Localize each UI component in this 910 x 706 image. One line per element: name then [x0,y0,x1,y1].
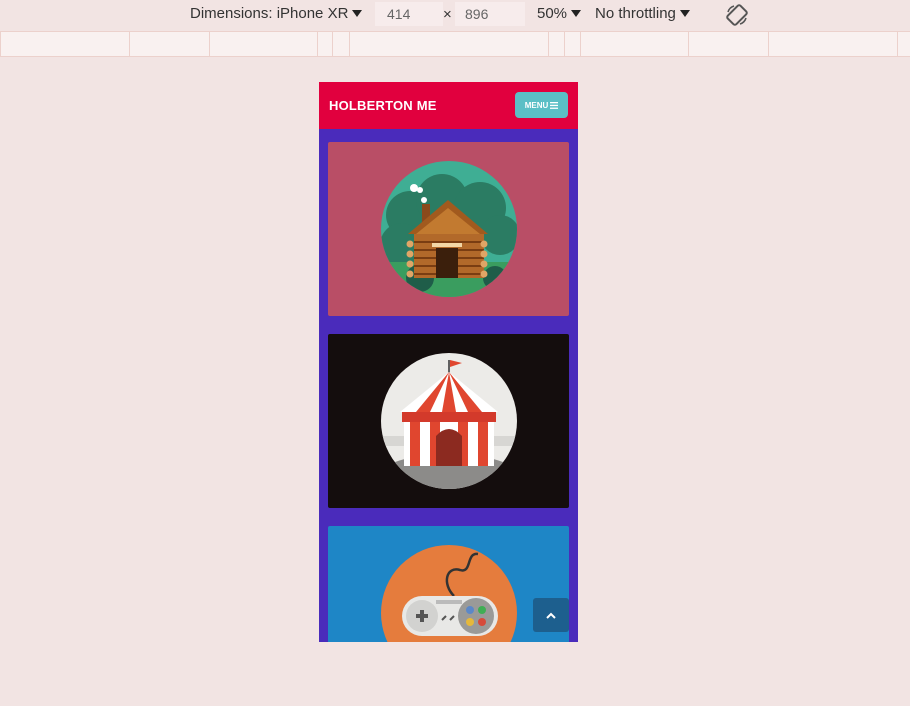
log-cabin-icon [381,161,517,297]
width-input[interactable]: 414 [375,2,443,26]
device-viewport: HOLBERTON ME MENU [319,82,578,642]
menu-button[interactable]: MENU [515,92,568,118]
ruler-tick [548,32,549,56]
zoom-label: 50% [537,5,568,22]
throttling-label: No throttling [595,5,676,22]
site-header: HOLBERTON ME MENU [319,82,578,129]
ruler-tick [897,32,898,56]
height-input[interactable]: 896 [455,2,525,26]
ruler-tick [564,32,565,56]
hamburger-icon [550,101,559,109]
devtools-toolbar: Dimensions: iPhone XR 414 × 896 50% No t… [0,0,910,31]
site-brand[interactable]: HOLBERTON ME [329,98,437,113]
ruler-tick [129,32,130,56]
chevron-down-icon [352,10,363,17]
times-separator: × [443,6,452,23]
device-select-label: Dimensions: iPhone XR [190,5,349,22]
ruler-tick [580,32,581,56]
width-value: 414 [387,6,411,22]
menu-label: MENU [524,100,549,110]
chevron-down-icon [679,10,690,17]
rotate-icon[interactable] [725,3,749,27]
ruler-tick [768,32,769,56]
game-controller-icon [381,545,517,642]
chevron-up-icon [546,612,556,619]
scroll-to-top-button[interactable] [533,598,569,632]
ruler-tick [209,32,210,56]
ruler-tick [317,32,318,56]
card-circus[interactable] [328,334,569,508]
throttling-select[interactable]: No throttling [595,5,690,22]
card-cabin[interactable] [328,142,569,316]
chevron-down-icon [571,10,582,17]
zoom-select[interactable]: 50% [537,5,582,22]
ruler-tick [0,32,1,56]
ruler-tick [349,32,350,56]
device-select[interactable]: Dimensions: iPhone XR [190,5,363,22]
ruler-tick [332,32,333,56]
height-value: 896 [465,6,489,22]
media-query-ruler [0,31,910,57]
ruler-tick [688,32,689,56]
circus-tent-icon [381,353,517,489]
